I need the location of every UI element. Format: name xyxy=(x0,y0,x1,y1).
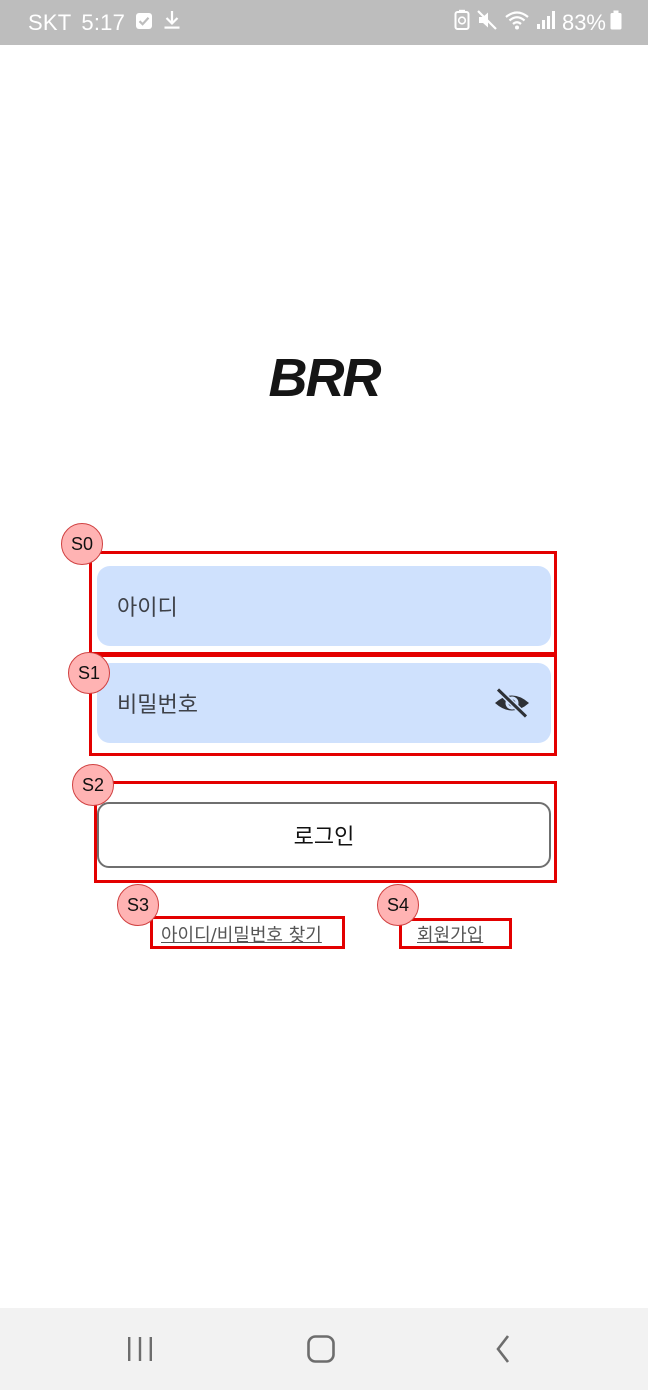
recent-apps-icon[interactable] xyxy=(110,1330,170,1368)
signal-icon xyxy=(536,10,556,36)
annotation-badge-s0: S0 xyxy=(61,523,103,565)
checkbox-icon xyxy=(135,10,153,36)
status-bar: SKT 5:17 83% xyxy=(0,0,648,45)
navigation-bar xyxy=(0,1308,648,1390)
annotation-badge-s4: S4 xyxy=(377,884,419,926)
login-screen: SKT 5:17 83% BRR 아이디 비밀번호 로그인 아이디/비밀번호 찾… xyxy=(0,0,648,1390)
annotation-box-s2 xyxy=(94,781,557,883)
download-icon xyxy=(163,10,181,36)
annotation-box-s1 xyxy=(89,654,557,756)
annotation-box-s4 xyxy=(399,918,512,949)
carrier-label: SKT xyxy=(28,10,72,35)
mute-icon xyxy=(476,9,498,37)
battery-percent: 83% xyxy=(561,10,606,35)
home-icon[interactable] xyxy=(291,1330,351,1368)
annotation-box-s3 xyxy=(150,916,345,949)
status-right: 83% xyxy=(454,9,622,37)
annotation-badge-s2: S2 xyxy=(72,764,114,806)
annotation-badge-s3: S3 xyxy=(117,884,159,926)
back-icon[interactable] xyxy=(474,1330,534,1368)
annotation-badge-s1: S1 xyxy=(68,652,110,694)
annotation-box-s0 xyxy=(89,551,557,655)
battery-saver-icon xyxy=(454,9,470,37)
app-logo: BRR xyxy=(268,348,382,408)
wifi-icon xyxy=(504,9,530,37)
clock: 5:17 xyxy=(81,10,126,35)
battery-icon xyxy=(610,10,622,36)
status-left: SKT 5:17 xyxy=(28,9,191,37)
